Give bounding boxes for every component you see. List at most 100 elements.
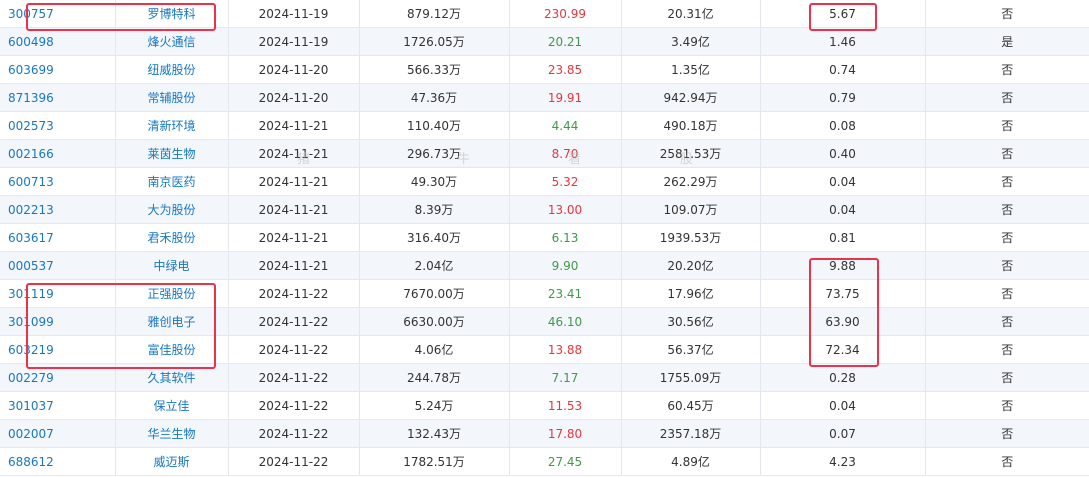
stock-code-link[interactable]: 871396 <box>8 91 54 105</box>
pct-cell: 230.99 <box>509 0 622 28</box>
ratio-cell: 0.04 <box>760 167 926 196</box>
stock-code-link[interactable]: 688612 <box>8 455 54 469</box>
stock-code-link[interactable]: 301119 <box>8 287 54 301</box>
stock-code-link[interactable]: 000537 <box>8 259 54 273</box>
stock-code: 603699 <box>0 55 116 84</box>
date-cell: 2024-11-19 <box>228 27 360 56</box>
stock-name-link[interactable]: 清新环境 <box>147 119 195 133</box>
date-cell: 2024-11-21 <box>228 251 360 280</box>
stock-name-link[interactable]: 南京医药 <box>147 175 195 189</box>
flag-cell: 否 <box>925 83 1089 112</box>
stock-name-link[interactable]: 雅创电子 <box>147 315 195 329</box>
stock-code: 002213 <box>0 195 116 224</box>
stock-code: 002166 <box>0 139 116 168</box>
stock-name: 雅创电子 <box>115 307 229 336</box>
stock-name-link[interactable]: 威迈斯 <box>153 455 189 469</box>
table-row: 002007 华兰生物 2024-11-22 132.43万 17.80 2357.18万… <box>0 419 1089 448</box>
cap-cell: 56.37亿 <box>621 335 761 364</box>
cap-cell: 490.18万 <box>621 111 761 140</box>
date-cell-text: 2024-11-22 <box>258 454 329 469</box>
ratio-cell: 1.46 <box>760 27 926 56</box>
table-row: 002573 清新环境 2024-11-21 110.40万 4.44 490.18万 0.… <box>0 111 1089 140</box>
amount-cell-text: 296.73万 <box>407 147 461 161</box>
flag-cell: 否 <box>925 391 1089 420</box>
ratio-cell-text: 0.79 <box>829 90 856 105</box>
stock-name-link[interactable]: 常辅股份 <box>147 91 195 105</box>
flag-cell: 否 <box>925 279 1089 308</box>
ratio-cell: 0.04 <box>760 391 926 420</box>
stock-name-link[interactable]: 华兰生物 <box>147 427 195 441</box>
stock-name-link[interactable]: 中绿电 <box>153 259 189 273</box>
stock-code-link[interactable]: 600498 <box>8 35 54 49</box>
stock-name: 久其软件 <box>115 363 229 392</box>
stock-code-link[interactable]: 002213 <box>8 203 54 217</box>
amount-cell: 2.04亿 <box>359 251 510 280</box>
flag-cell-text: 否 <box>1001 91 1014 105</box>
stock-name-link[interactable]: 纽威股份 <box>147 63 195 77</box>
table-row: 688612 威迈斯 2024-11-22 1782.51万 27.45 4.89亿 4.2… <box>0 447 1089 476</box>
stock-code-link[interactable]: 300757 <box>8 7 54 21</box>
stock-name-link[interactable]: 君禾股份 <box>147 231 195 245</box>
stock-name-link[interactable]: 烽火通信 <box>147 35 195 49</box>
flag-cell-text: 否 <box>1001 259 1014 273</box>
stock-name-link[interactable]: 大为股份 <box>147 203 195 217</box>
stock-name-link[interactable]: 久其软件 <box>147 371 195 385</box>
pct-cell-text: 23.85 <box>547 62 583 77</box>
stock-name-link[interactable]: 罗博特科 <box>147 7 195 21</box>
amount-cell-text: 47.36万 <box>410 91 458 105</box>
date-cell-text: 2024-11-19 <box>258 6 329 21</box>
stock-code-link[interactable]: 002279 <box>8 371 54 385</box>
ratio-cell-text: 0.04 <box>829 202 856 217</box>
stock-name: 富佳股份 <box>115 335 229 364</box>
amount-cell-text: 879.12万 <box>407 7 461 21</box>
ratio-cell-text: 4.23 <box>829 454 856 469</box>
cap-cell: 2581.53万 <box>621 139 761 168</box>
ratio-cell-text: 0.08 <box>829 118 856 133</box>
flag-cell: 否 <box>925 55 1089 84</box>
cap-cell-text: 20.31亿 <box>667 7 714 21</box>
stock-code-link[interactable]: 603219 <box>8 343 54 357</box>
stock-code-link[interactable]: 301037 <box>8 399 54 413</box>
ratio-cell: 0.04 <box>760 195 926 224</box>
date-cell: 2024-11-20 <box>228 55 360 84</box>
cap-cell-text: 2581.53万 <box>659 147 722 161</box>
stock-code-link[interactable]: 002007 <box>8 427 54 441</box>
date-cell-text: 2024-11-22 <box>258 286 329 301</box>
cap-cell-text: 490.18万 <box>663 119 718 133</box>
pct-cell-text: 27.45 <box>547 454 583 469</box>
pct-cell: 20.21 <box>509 27 622 56</box>
amount-cell-text: 316.40万 <box>407 231 461 245</box>
table-row: 603699 纽威股份 2024-11-20 566.33万 23.85 1.35亿 0.7… <box>0 55 1089 84</box>
stock-name-link[interactable]: 富佳股份 <box>147 343 195 357</box>
stock-name-link[interactable]: 保立佳 <box>153 399 189 413</box>
stock-code-link[interactable]: 603699 <box>8 63 54 77</box>
stock-name: 烽火通信 <box>115 27 229 56</box>
stock-code: 301037 <box>0 391 116 420</box>
ratio-cell: 73.75 <box>760 279 926 308</box>
stock-code: 603617 <box>0 223 116 252</box>
flag-cell: 否 <box>925 335 1089 364</box>
stock-code-link[interactable]: 002573 <box>8 119 54 133</box>
flag-cell-text: 否 <box>1001 203 1014 217</box>
stock-code: 688612 <box>0 447 116 476</box>
pct-cell-text: 13.88 <box>547 342 583 357</box>
stock-code-link[interactable]: 301099 <box>8 315 54 329</box>
flag-cell-text: 否 <box>1001 315 1014 329</box>
pct-cell: 46.10 <box>509 307 622 336</box>
stock-name-link[interactable]: 正强股份 <box>147 287 195 301</box>
stock-name-link[interactable]: 莱茵生物 <box>147 147 195 161</box>
amount-cell-text: 566.33万 <box>407 63 461 77</box>
amount-cell-text: 5.24万 <box>414 399 454 413</box>
amount-cell-text: 7670.00万 <box>403 287 465 301</box>
stock-name: 威迈斯 <box>115 447 229 476</box>
ratio-cell: 0.07 <box>760 419 926 448</box>
stock-code-link[interactable]: 600713 <box>8 175 54 189</box>
stock-code-link[interactable]: 603617 <box>8 231 54 245</box>
pct-cell: 13.88 <box>509 335 622 364</box>
table-body: 300757 罗博特科 2024-11-19 879.12万 230.99 20.31亿 5… <box>0 0 1089 476</box>
amount-cell: 132.43万 <box>359 419 510 448</box>
stock-code-link[interactable]: 002166 <box>8 147 54 161</box>
date-cell-text: 2024-11-22 <box>258 398 329 413</box>
pct-cell: 5.32 <box>509 167 622 196</box>
flag-cell: 否 <box>925 363 1089 392</box>
